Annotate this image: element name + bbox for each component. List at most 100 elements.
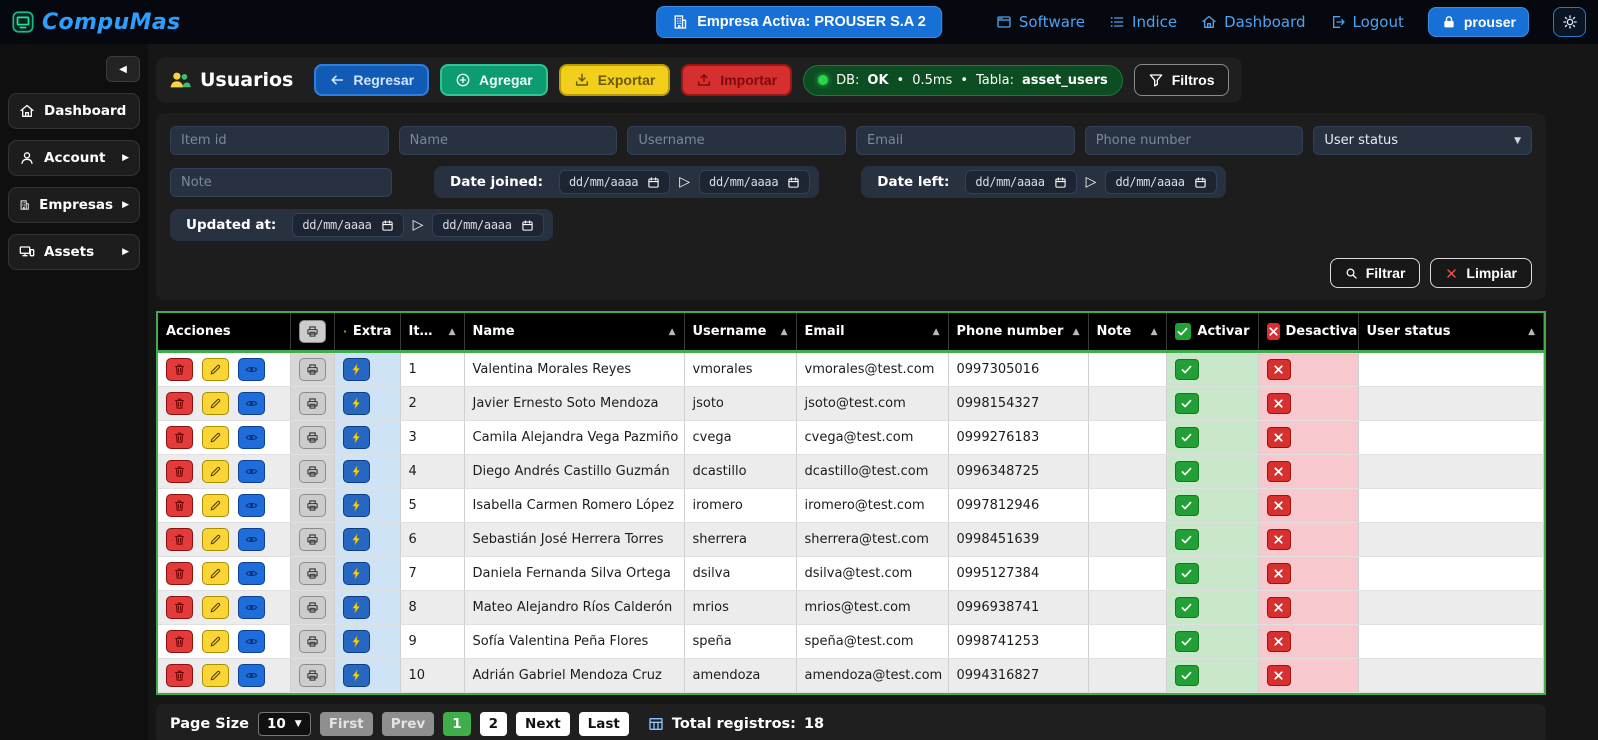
date-joined-from-input[interactable]: dd/mm/aaaa — [559, 170, 670, 194]
header-note[interactable]: Note▲ — [1088, 313, 1166, 352]
sidebar-item-assets[interactable]: Assets ▶ — [8, 234, 140, 270]
print-row-button[interactable] — [299, 664, 326, 687]
header-username[interactable]: Username▲ — [684, 313, 796, 352]
extra-action-button[interactable] — [343, 528, 370, 551]
deactivate-button[interactable] — [1267, 495, 1291, 516]
sidebar-item-account[interactable]: Account ▶ — [8, 140, 140, 176]
username-filter-input[interactable] — [627, 126, 846, 155]
extra-action-button[interactable] — [343, 392, 370, 415]
delete-button[interactable] — [166, 494, 193, 517]
page-2-button[interactable]: 2 — [480, 712, 507, 736]
deactivate-button[interactable] — [1267, 427, 1291, 448]
theme-toggle-button[interactable] — [1553, 7, 1586, 37]
sidebar-item-dashboard[interactable]: Dashboard — [8, 93, 140, 129]
date-left-from-input[interactable]: dd/mm/aaaa — [965, 170, 1076, 194]
header-user-status[interactable]: User status▲ — [1358, 313, 1544, 352]
nav-link-software[interactable]: Software — [996, 13, 1085, 31]
header-extra[interactable]: Extra — [334, 313, 400, 352]
deactivate-button[interactable] — [1267, 529, 1291, 550]
print-row-button[interactable] — [299, 358, 326, 381]
deactivate-button[interactable] — [1267, 665, 1291, 686]
edit-button[interactable] — [202, 528, 229, 551]
filter-apply-button[interactable]: Filtrar — [1330, 258, 1421, 288]
next-page-button[interactable]: Next — [516, 712, 570, 736]
edit-button[interactable] — [202, 494, 229, 517]
extra-action-button[interactable] — [343, 664, 370, 687]
sidebar-item-empresas[interactable]: Empresas ▶ — [8, 187, 140, 223]
header-email[interactable]: Email▲ — [796, 313, 948, 352]
deactivate-button[interactable] — [1267, 393, 1291, 414]
edit-button[interactable] — [202, 392, 229, 415]
nav-link-indice[interactable]: Indice — [1109, 13, 1177, 31]
name-filter-input[interactable] — [399, 126, 618, 155]
extra-action-button[interactable] — [343, 494, 370, 517]
header-print-all[interactable] — [290, 313, 334, 352]
email-filter-input[interactable] — [856, 126, 1075, 155]
header-name[interactable]: Name▲ — [464, 313, 684, 352]
extra-action-button[interactable] — [343, 630, 370, 653]
header-activar[interactable]: Activar — [1166, 313, 1258, 352]
header-phone[interactable]: Phone number▲ — [948, 313, 1088, 352]
date-left-to-input[interactable]: dd/mm/aaaa — [1105, 170, 1216, 194]
delete-button[interactable] — [166, 392, 193, 415]
activate-button[interactable] — [1175, 495, 1199, 516]
deactivate-button[interactable] — [1267, 597, 1291, 618]
edit-button[interactable] — [202, 426, 229, 449]
note-filter-input[interactable] — [170, 168, 392, 197]
delete-button[interactable] — [166, 596, 193, 619]
activate-button[interactable] — [1175, 563, 1199, 584]
date-joined-to-input[interactable]: dd/mm/aaaa — [699, 170, 810, 194]
view-button[interactable] — [238, 358, 265, 381]
edit-button[interactable] — [202, 460, 229, 483]
edit-button[interactable] — [202, 358, 229, 381]
view-button[interactable] — [238, 630, 265, 653]
delete-button[interactable] — [166, 460, 193, 483]
view-button[interactable] — [238, 596, 265, 619]
view-button[interactable] — [238, 494, 265, 517]
delete-button[interactable] — [166, 528, 193, 551]
header-desactivar[interactable]: Desactivar — [1258, 313, 1358, 352]
prev-page-button[interactable]: Prev — [382, 712, 435, 736]
updated-at-from-input[interactable]: dd/mm/aaaa — [292, 213, 403, 237]
deactivate-button[interactable] — [1267, 631, 1291, 652]
filter-clear-button[interactable]: Limpiar — [1430, 258, 1532, 288]
print-row-button[interactable] — [299, 596, 326, 619]
sidebar-collapse-button[interactable]: ◀ — [106, 56, 140, 82]
export-button[interactable]: Exportar — [559, 64, 671, 96]
view-button[interactable] — [238, 664, 265, 687]
first-page-button[interactable]: First — [320, 712, 373, 736]
activate-button[interactable] — [1175, 359, 1199, 380]
delete-button[interactable] — [166, 562, 193, 585]
print-row-button[interactable] — [299, 392, 326, 415]
activate-button[interactable] — [1175, 631, 1199, 652]
view-button[interactable] — [238, 562, 265, 585]
activate-button[interactable] — [1175, 461, 1199, 482]
view-button[interactable] — [238, 392, 265, 415]
nav-link-logout[interactable]: Logout — [1330, 13, 1404, 31]
extra-action-button[interactable] — [343, 562, 370, 585]
activate-button[interactable] — [1175, 393, 1199, 414]
user-button[interactable]: prouser — [1428, 7, 1529, 37]
brand[interactable]: CompuMas — [12, 10, 181, 35]
delete-button[interactable] — [166, 426, 193, 449]
page-1-button[interactable]: 1 — [443, 712, 470, 736]
extra-action-button[interactable] — [343, 358, 370, 381]
edit-button[interactable] — [202, 562, 229, 585]
view-button[interactable] — [238, 460, 265, 483]
activate-button[interactable] — [1175, 665, 1199, 686]
edit-button[interactable] — [202, 664, 229, 687]
user-status-select[interactable]: User status ▼ — [1313, 126, 1532, 155]
back-button[interactable]: Regresar — [314, 64, 429, 96]
print-row-button[interactable] — [299, 494, 326, 517]
print-row-button[interactable] — [299, 426, 326, 449]
deactivate-button[interactable] — [1267, 359, 1291, 380]
extra-action-button[interactable] — [343, 596, 370, 619]
deactivate-button[interactable] — [1267, 461, 1291, 482]
view-button[interactable] — [238, 528, 265, 551]
print-row-button[interactable] — [299, 460, 326, 483]
delete-button[interactable] — [166, 664, 193, 687]
filters-toggle-button[interactable]: Filtros — [1134, 64, 1229, 96]
print-row-button[interactable] — [299, 528, 326, 551]
import-button[interactable]: Importar — [681, 64, 792, 96]
add-button[interactable]: Agregar — [440, 64, 548, 96]
